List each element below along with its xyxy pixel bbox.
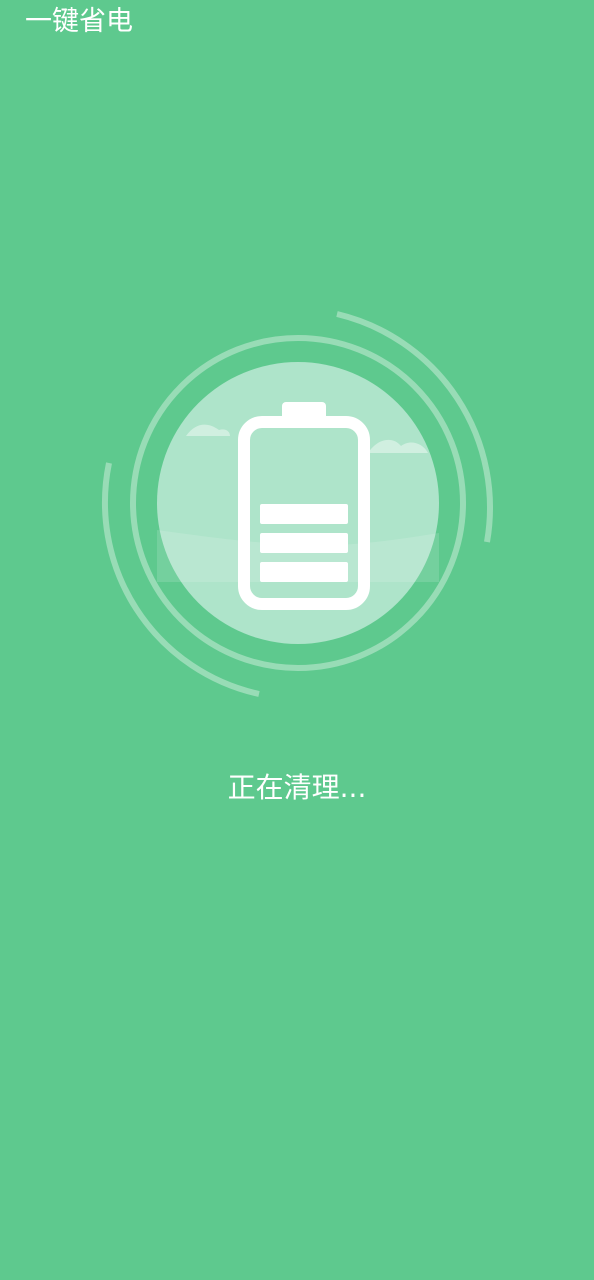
cleanup-status-text: 正在清理... (227, 771, 367, 804)
page-title: 一键省电 (25, 6, 133, 37)
battery-bar (260, 562, 348, 582)
power-saver-screen: 一键省电 正在清理... (0, 0, 594, 1280)
battery-bar (260, 533, 348, 553)
cleanup-ring-graphic (102, 311, 493, 697)
cleanup-animation (0, 290, 594, 720)
battery-bar (260, 504, 348, 524)
